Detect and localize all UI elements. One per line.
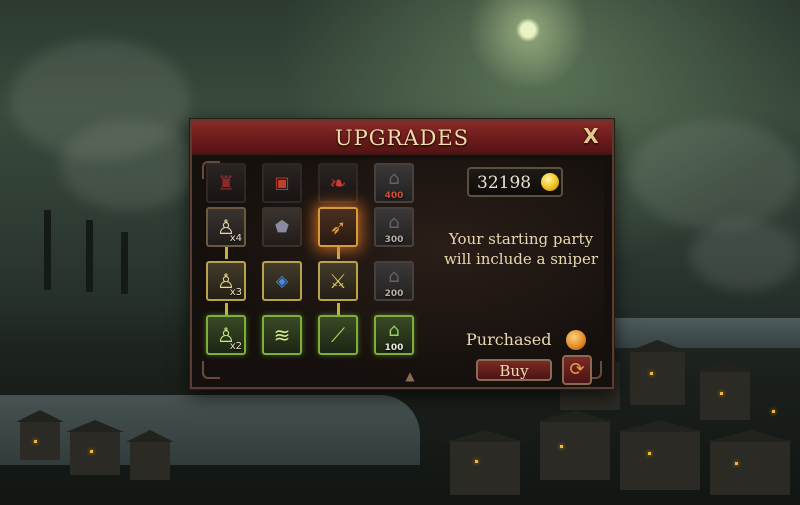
- purchased-indicator-icon: [566, 330, 586, 350]
- upgrade-tile[interactable]: ♙ x4: [206, 207, 246, 247]
- upgrade-cost: 200: [384, 289, 404, 299]
- upgrade-tile[interactable]: ≋: [262, 315, 302, 355]
- upgrade-tile[interactable]: ♜: [206, 163, 246, 203]
- upgrade-cost: 400: [384, 191, 404, 201]
- description-line: will include a sniper: [443, 250, 599, 268]
- upgrade-tile[interactable]: ◈: [262, 261, 302, 301]
- upgrade-cost: 300: [384, 235, 404, 245]
- dialog-title: UPGRADES: [334, 126, 470, 150]
- upgrade-tile[interactable]: ⌂ 300: [374, 207, 414, 247]
- refresh-button[interactable]: ⟳: [562, 355, 592, 385]
- gold-amount: 32198: [477, 173, 532, 193]
- unit-multiplier: x3: [229, 287, 242, 298]
- rank-chevron-icon: ≋: [273, 323, 291, 347]
- upgrade-description: Your starting party will include a snipe…: [426, 229, 616, 269]
- unit-multiplier: x2: [229, 341, 242, 352]
- upgrade-tile[interactable]: ⚔: [318, 261, 358, 301]
- rifle-icon: ⚔: [329, 269, 347, 293]
- upgrade-link: [225, 303, 228, 315]
- unit-multiplier: x4: [229, 233, 242, 244]
- purchased-status: Purchased: [466, 330, 552, 349]
- upgrade-tile[interactable]: ❧: [318, 163, 358, 203]
- blade-icon: ❧: [329, 171, 347, 195]
- upgrade-tile[interactable]: ▣: [262, 163, 302, 203]
- upgrade-cost: 100: [384, 343, 404, 353]
- sniper-rifle-icon: ➶: [329, 215, 347, 239]
- upgrade-tile[interactable]: ⌂ 400: [374, 163, 414, 203]
- upgrade-tile[interactable]: ♙ x2: [206, 315, 246, 355]
- dialog-body: ▲ ♜ ▣ ❧ ⌂ 400 ♙ x4 ⬟ ➶ ⌂ 300 ♙ x3 ◈ ⚔ ⌂ …: [200, 159, 604, 385]
- blue-emblem-icon: ◈: [275, 271, 289, 290]
- refresh-icon: ⟳: [569, 359, 585, 380]
- buy-button[interactable]: Buy: [476, 359, 552, 381]
- dynamite-figure-icon: ♜: [217, 171, 235, 195]
- upgrade-tile[interactable]: ♙ x3: [206, 261, 246, 301]
- upgrade-tile[interactable]: ⟋: [318, 315, 358, 355]
- gold-coin-icon: [541, 173, 559, 191]
- upgrade-tile-selected[interactable]: ➶: [318, 207, 358, 247]
- upgrades-dialog: UPGRADES X ▲ ♜ ▣ ❧ ⌂ 400 ♙ x4 ⬟ ➶ ⌂ 300 …: [190, 119, 614, 389]
- gold-counter: 32198: [467, 167, 563, 197]
- upgrade-link: [225, 247, 228, 259]
- upgrade-tile[interactable]: ⌂ 100: [374, 315, 414, 355]
- dialog-titlebar: UPGRADES X: [192, 121, 612, 155]
- close-button[interactable]: X: [580, 125, 602, 147]
- upgrade-link: [337, 303, 340, 315]
- shield-emblem-icon: ⬟: [275, 217, 289, 236]
- supply-crate-icon: ▣: [274, 173, 290, 192]
- upgrade-tile[interactable]: ⬟: [262, 207, 302, 247]
- upgrade-tile[interactable]: ⌂ 200: [374, 261, 414, 301]
- upgrade-link: [337, 247, 340, 259]
- ornament-icon: ▲: [405, 369, 415, 383]
- gun-icon: ⟋: [331, 323, 345, 347]
- description-line: Your starting party: [448, 230, 594, 248]
